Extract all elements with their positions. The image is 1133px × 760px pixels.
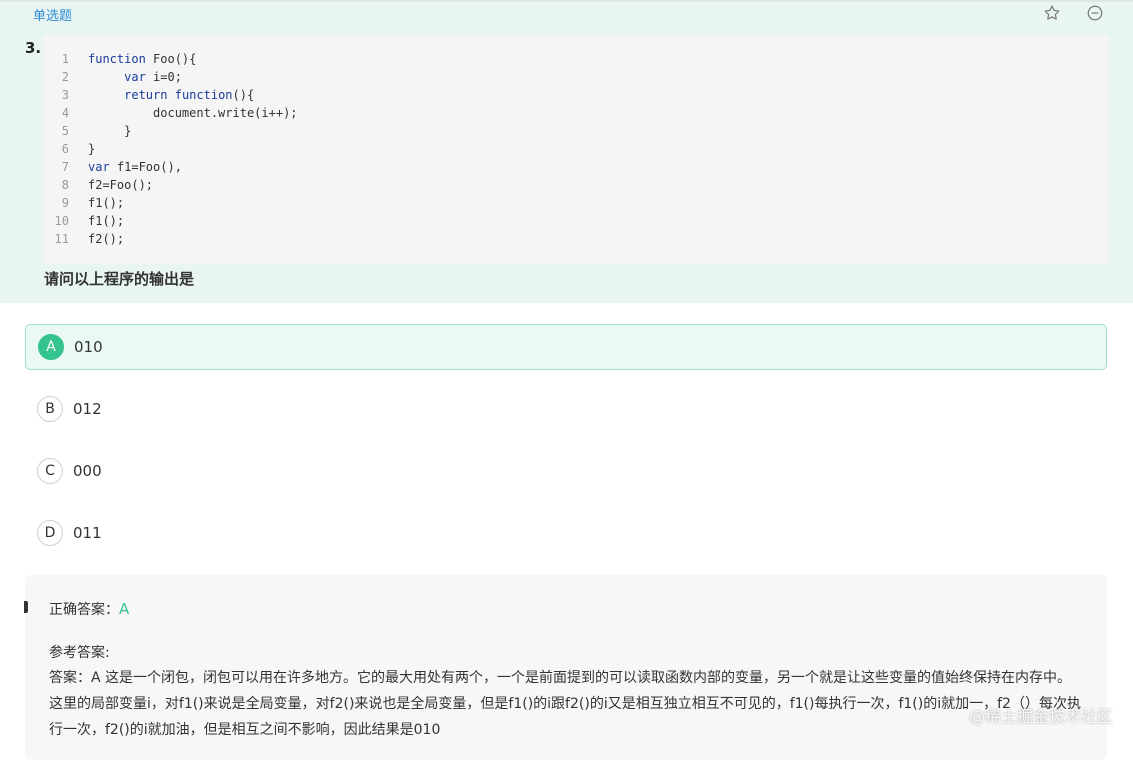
watermark-text: @稀土掘金技术社区 bbox=[968, 707, 1113, 726]
watermark: @稀土掘金技术社区 bbox=[969, 703, 1113, 727]
code-text: document.write(i++); bbox=[88, 106, 298, 120]
correct-answer: 正确答案：A bbox=[49, 599, 129, 619]
line-number: 5 bbox=[61, 124, 69, 138]
option-letter: A bbox=[38, 334, 64, 360]
correct-answer-value: A bbox=[119, 600, 130, 618]
code-text: var f1=Foo(), bbox=[88, 160, 182, 174]
option-text: 011 bbox=[73, 524, 102, 542]
line-number: 4 bbox=[61, 106, 69, 120]
code-block: 1 function Foo(){2 var i=0; 3 return funct… bbox=[44, 36, 1108, 264]
code-text: f2(); bbox=[88, 232, 125, 246]
option-text: 010 bbox=[74, 338, 103, 356]
code-line: 3 return function(){ bbox=[44, 86, 1108, 104]
line-number: 1 bbox=[61, 52, 69, 66]
star-icon[interactable] bbox=[1043, 4, 1061, 22]
code-line: 10 f1(); bbox=[44, 212, 1108, 230]
code-text: var i=0; bbox=[124, 70, 182, 84]
question-type-tag: 单选题 bbox=[33, 9, 73, 24]
option-d[interactable]: D 011 bbox=[25, 510, 1107, 556]
answer-marker bbox=[24, 601, 28, 613]
code-text: f2=Foo(); bbox=[88, 178, 154, 192]
reference-answer-title: 参考答案: bbox=[49, 645, 110, 661]
line-number: 8 bbox=[61, 178, 69, 192]
minus-circle-icon[interactable] bbox=[1086, 4, 1104, 22]
option-letter: C bbox=[37, 458, 63, 484]
answer-explanation: 答案：A 这是一个闭包，闭包可以用在许多地方。它的最大用处有两个，一个是前面提到… bbox=[49, 670, 1081, 738]
question-prompt: 请问以上程序的输出是 bbox=[44, 270, 195, 288]
option-text: 012 bbox=[73, 400, 102, 418]
line-number: 6 bbox=[61, 142, 69, 156]
line-number: 2 bbox=[61, 70, 69, 84]
code-text: } bbox=[88, 124, 132, 138]
code-text: return function(){ bbox=[124, 88, 255, 102]
line-number: 9 bbox=[61, 196, 69, 210]
line-number: 3 bbox=[61, 88, 69, 102]
option-text: 000 bbox=[73, 462, 102, 480]
code-text: } bbox=[88, 142, 96, 156]
code-line: 6} bbox=[44, 140, 1108, 158]
code-line: 4 document.write(i++); bbox=[44, 104, 1108, 122]
code-text: f1(); bbox=[88, 214, 125, 228]
code-line: 1 function Foo(){ bbox=[44, 50, 1108, 68]
option-a[interactable]: A 010 bbox=[25, 324, 1107, 370]
code-line: 11 f2(); bbox=[44, 230, 1108, 248]
option-letter: D bbox=[37, 520, 63, 546]
code-text: f1(); bbox=[88, 196, 125, 210]
line-number: 10 bbox=[54, 214, 69, 228]
code-line: 5 } bbox=[44, 122, 1108, 140]
option-b[interactable]: B 012 bbox=[25, 386, 1107, 432]
line-number: 7 bbox=[61, 160, 69, 174]
code-line: 2 var i=0; bbox=[44, 68, 1108, 86]
code-line: 8 f2=Foo(); bbox=[44, 176, 1108, 194]
option-c[interactable]: C 000 bbox=[25, 448, 1107, 494]
code-line: 9 f1(); bbox=[44, 194, 1108, 212]
question-number: 3. bbox=[25, 39, 42, 57]
correct-answer-label: 正确答案： bbox=[49, 602, 119, 618]
line-number: 11 bbox=[54, 232, 69, 246]
option-letter: B bbox=[37, 396, 63, 422]
code-line: 7 var f1=Foo(), bbox=[44, 158, 1108, 176]
code-text: function Foo(){ bbox=[88, 52, 197, 66]
